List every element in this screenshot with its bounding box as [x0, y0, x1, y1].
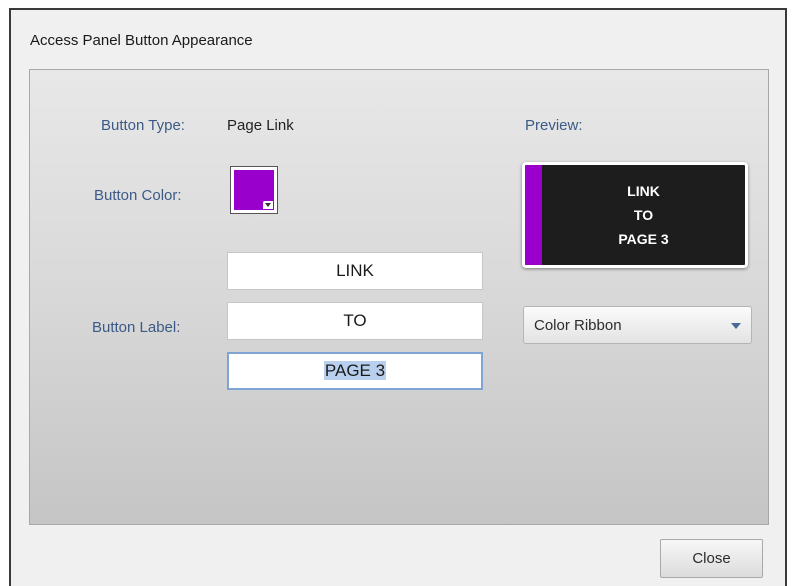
preview-line-3: PAGE 3	[618, 231, 669, 247]
button-preview: LINK TO PAGE 3	[522, 162, 748, 268]
close-button[interactable]: Close	[660, 539, 763, 578]
button-type-value: Page Link	[227, 117, 294, 134]
style-dropdown[interactable]: Color Ribbon	[523, 306, 752, 344]
selected-text: PAGE 3	[323, 361, 387, 380]
appearance-dialog: Access Panel Button Appearance Button Ty…	[9, 8, 787, 586]
dialog-title: Access Panel Button Appearance	[30, 32, 253, 49]
label-line-2-input[interactable]	[227, 302, 483, 340]
settings-panel: Button Type: Page Link Button Color: But…	[29, 69, 769, 525]
button-label-label: Button Label:	[92, 319, 181, 336]
preview-line-1: LINK	[627, 183, 660, 199]
preview-color-ribbon	[525, 165, 542, 265]
color-swatch-fill	[234, 170, 274, 210]
preview-label: LINK TO PAGE 3	[542, 179, 745, 251]
button-type-label: Button Type:	[101, 117, 185, 134]
chevron-down-icon	[731, 323, 741, 329]
style-dropdown-value: Color Ribbon	[534, 317, 622, 334]
button-color-label: Button Color:	[94, 187, 182, 204]
chevron-down-icon	[263, 201, 273, 209]
label-line-3-input[interactable]: PAGE 3	[227, 352, 483, 390]
preview-line-2: TO	[633, 207, 654, 223]
label-line-1-input[interactable]	[227, 252, 483, 290]
button-color-picker[interactable]	[230, 166, 278, 214]
preview-title: Preview:	[525, 117, 583, 134]
